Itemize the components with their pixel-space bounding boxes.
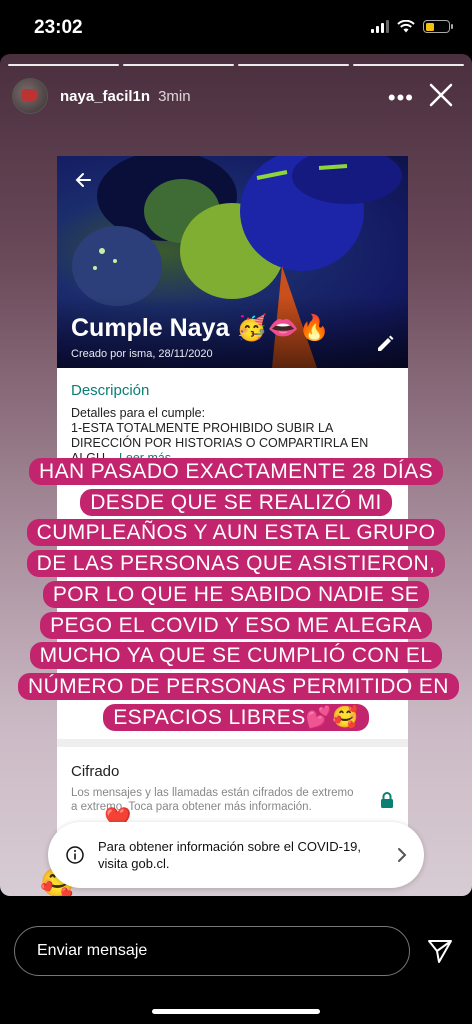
status-bar: 23:02 [0, 0, 472, 54]
section-divider [57, 739, 408, 747]
description-title: Descripción [71, 382, 150, 399]
story-progress-bar [8, 64, 464, 66]
group-photo: Cumple Naya 🥳👄🔥 Creado por isma, 28/11/2… [57, 156, 408, 368]
info-icon [66, 846, 84, 864]
story-viewer[interactable]: naya_facil1n 3min ••• Cumple Naya 🥳👄🔥 Cr… [0, 54, 472, 896]
covid-info-banner[interactable]: Para obtener información sobre el COVID-… [48, 822, 424, 888]
cellular-signal-icon [371, 20, 389, 33]
home-indicator [152, 1009, 320, 1014]
story-header: naya_facil1n 3min ••• [12, 76, 464, 116]
status-time: 23:02 [34, 17, 83, 38]
avatar[interactable] [12, 78, 48, 114]
edit-pencil-icon[interactable] [374, 333, 396, 355]
story-caption: HAN PASADO EXACTAMENTE 28 DÍAS DESDE QUE… [18, 458, 459, 734]
more-options-icon[interactable]: ••• [388, 85, 414, 111]
back-arrow-icon[interactable] [73, 170, 93, 190]
lock-icon [381, 792, 393, 808]
story-time-ago: 3min [158, 87, 191, 105]
group-name: Cumple Naya 🥳👄🔥 [71, 314, 330, 342]
message-input[interactable] [14, 926, 410, 976]
group-created-info: Creado por isma, 28/11/2020 [71, 348, 213, 360]
description-text: Detalles para el cumple: 1-ESTA TOTALMEN… [71, 406, 401, 466]
description-body: Detalles para el cumple: 1-ESTA TOTALMEN… [71, 406, 369, 465]
battery-icon [423, 20, 453, 33]
encryption-title: Cifrado [71, 763, 120, 780]
wifi-icon [397, 20, 415, 33]
status-icons [371, 20, 453, 33]
covid-info-text: Para obtener información sobre el COVID-… [98, 839, 362, 871]
send-icon[interactable] [426, 937, 454, 965]
close-icon[interactable] [426, 80, 456, 110]
chevron-right-icon [398, 848, 407, 862]
reply-bar [0, 896, 472, 1024]
story-username[interactable]: naya_facil1n [60, 88, 150, 105]
story-caption-text: HAN PASADO EXACTAMENTE 28 DÍAS DESDE QUE… [18, 458, 459, 731]
